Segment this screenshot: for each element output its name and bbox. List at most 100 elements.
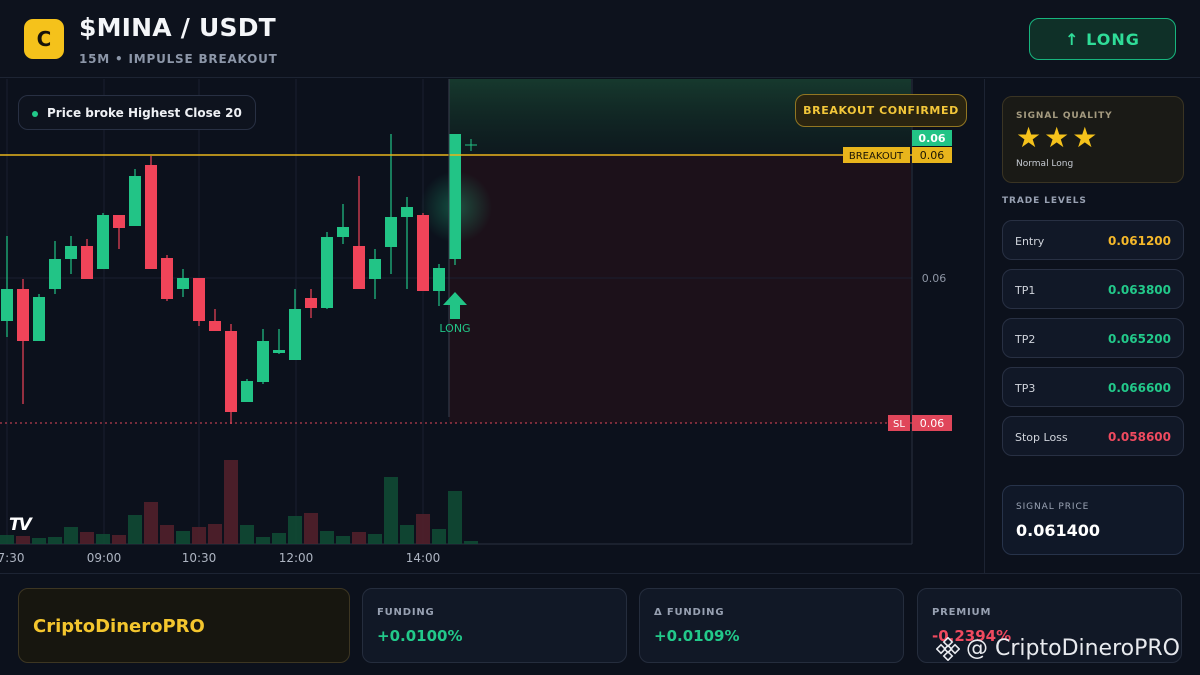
volume-bar — [176, 531, 190, 544]
time-axis-label: 14:00 — [406, 551, 441, 565]
binance-square-icon — [936, 636, 960, 661]
signal-price-value: 0.061400 — [1016, 521, 1101, 540]
signal-sidebar: SIGNAL QUALITY ★★★ Normal Long TRADE LEV… — [986, 79, 1200, 573]
candle-body — [321, 237, 333, 308]
candle-body — [145, 165, 157, 269]
candle-body — [209, 321, 221, 331]
volume-bar — [304, 513, 318, 544]
volume-bar — [272, 533, 286, 544]
sl-label-text: SL — [893, 419, 905, 430]
candle-body — [193, 278, 205, 321]
level-tp3[interactable]: TP3 0.066600 — [1002, 367, 1184, 407]
status-dot-icon — [32, 111, 38, 117]
breakout-label-text: BREAKOUT — [849, 151, 904, 162]
candle-body — [65, 246, 77, 259]
volume-bar — [368, 534, 382, 544]
volume-bar — [352, 532, 366, 544]
candle-body — [97, 215, 109, 269]
volume-bar — [64, 527, 78, 544]
candle-body — [113, 215, 125, 228]
volume-bar — [192, 527, 206, 544]
long-signal-button[interactable]: ↑ LONG — [1029, 18, 1176, 60]
volume-bar — [336, 536, 350, 544]
candle-body — [129, 176, 141, 226]
volume-bar — [208, 524, 222, 544]
candle-body — [241, 381, 253, 402]
candle-body — [337, 227, 349, 237]
funding-card: FUNDING +0.0100% — [362, 588, 627, 663]
volume-bar — [96, 534, 110, 544]
price-chart[interactable]: LONG 0.06 BREAKOUT 0.06 0.06 SL 0.06 7:30 09:00 1… — [0, 79, 985, 573]
time-axis-label: 12:00 — [279, 551, 314, 565]
current-price-text: 0.06 — [918, 132, 945, 145]
breakout-note: Price broke Highest Close 20 — [18, 95, 256, 130]
volume-bar — [416, 514, 430, 544]
volume-bar — [128, 515, 142, 544]
time-axis-label: 7:30 — [0, 551, 24, 565]
signal-price-label: SIGNAL PRICE — [1016, 502, 1090, 512]
level-value: 0.058600 — [1107, 430, 1171, 444]
level-tp2[interactable]: TP2 0.065200 — [1002, 318, 1184, 358]
candle-body — [449, 134, 461, 259]
level-value: 0.063800 — [1107, 283, 1171, 297]
volume-bar — [288, 516, 302, 544]
signal-quality-desc: Normal Long — [1016, 159, 1074, 169]
volume-bar — [400, 525, 414, 544]
delta-funding-card: Δ FUNDING +0.0109% — [639, 588, 904, 663]
level-value: 0.061200 — [1107, 234, 1171, 248]
delta-funding-label: Δ FUNDING — [654, 607, 725, 618]
volume-bar — [384, 477, 398, 544]
watermark: @ CriptoDineroPRO — [936, 636, 1180, 661]
volume-bar — [160, 525, 174, 544]
pair-title: $MINA / USDT — [79, 13, 276, 42]
app-logo: C — [24, 19, 64, 59]
tradingview-logo-icon: TV — [9, 515, 32, 535]
funding-label: FUNDING — [377, 607, 435, 618]
delta-funding-value: +0.0109% — [654, 627, 740, 645]
candle-body — [385, 217, 397, 247]
candle-body — [49, 259, 61, 289]
volume-bar — [464, 541, 478, 544]
premium-label: PREMIUM — [932, 607, 992, 618]
breakout-note-text: Price broke Highest Close 20 — [47, 105, 242, 120]
volume-bar — [32, 538, 46, 544]
brand-card: CriptoDineroPRO — [18, 588, 350, 663]
candle-body — [401, 207, 413, 217]
volume-bar — [80, 532, 94, 544]
volume-bar — [224, 460, 238, 544]
candle-body — [225, 331, 237, 412]
signal-quality-card: SIGNAL QUALITY ★★★ Normal Long — [1002, 96, 1184, 183]
volume-bar — [0, 535, 14, 544]
volume-bar — [320, 531, 334, 544]
candle-body — [417, 215, 429, 291]
time-axis-label: 10:30 — [182, 551, 217, 565]
volume-bar — [112, 535, 126, 544]
candle-body — [433, 268, 445, 291]
level-stop-loss[interactable]: Stop Loss 0.058600 — [1002, 416, 1184, 456]
candle-body — [161, 258, 173, 299]
candle-body — [81, 246, 93, 279]
candle-body — [305, 298, 317, 308]
candlestick-chart[interactable]: LONG 0.06 BREAKOUT 0.06 0.06 SL 0.06 7:30 09:00 1… — [0, 79, 985, 573]
volume-bar — [256, 537, 270, 544]
timeframe-subtitle: 15M • IMPULSE BREAKOUT — [79, 52, 278, 66]
sl-price-text: 0.06 — [920, 417, 945, 430]
funding-value: +0.0100% — [377, 627, 463, 645]
brand-name: CriptoDineroPRO — [33, 616, 205, 637]
trade-levels-title: TRADE LEVELS — [1002, 196, 1087, 206]
breakout-price-text: 0.06 — [920, 149, 945, 162]
candle-body — [33, 297, 45, 341]
signal-price-card: SIGNAL PRICE 0.061400 — [1002, 485, 1184, 555]
candle-body — [1, 289, 13, 321]
footer: CriptoDineroPRO FUNDING +0.0100% Δ FUNDI… — [0, 573, 1200, 675]
signal-quality-label: SIGNAL QUALITY — [1016, 111, 1113, 121]
level-entry[interactable]: Entry 0.061200 — [1002, 220, 1184, 260]
watermark-text: @ CriptoDineroPRO — [966, 636, 1180, 661]
candle-body — [17, 289, 29, 341]
level-name: TP3 — [1015, 382, 1036, 395]
level-name: TP2 — [1015, 333, 1036, 346]
level-tp1[interactable]: TP1 0.063800 — [1002, 269, 1184, 309]
price-tick-label: 0.06 — [922, 272, 947, 285]
volume-bar — [448, 491, 462, 544]
candle-body — [257, 341, 269, 382]
